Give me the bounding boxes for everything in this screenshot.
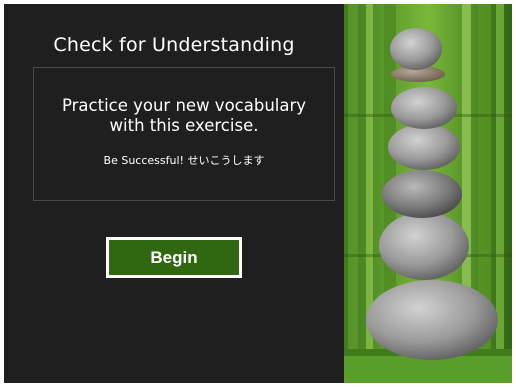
content-panel: Check for Understanding Practice your ne… — [4, 4, 344, 383]
stone-stack-illustration — [344, 4, 512, 383]
activity-frame: Check for Understanding Practice your ne… — [4, 4, 512, 383]
instruction-box: Practice your new vocabulary with this e… — [33, 67, 335, 201]
begin-button[interactable]: Begin — [106, 237, 242, 278]
instruction-text: Practice your new vocabulary with this e… — [61, 96, 307, 135]
stone-stack-image — [344, 4, 512, 383]
encouragement-text: Be Successful! せいこうします — [103, 154, 265, 167]
page-title: Check for Understanding — [53, 34, 295, 56]
